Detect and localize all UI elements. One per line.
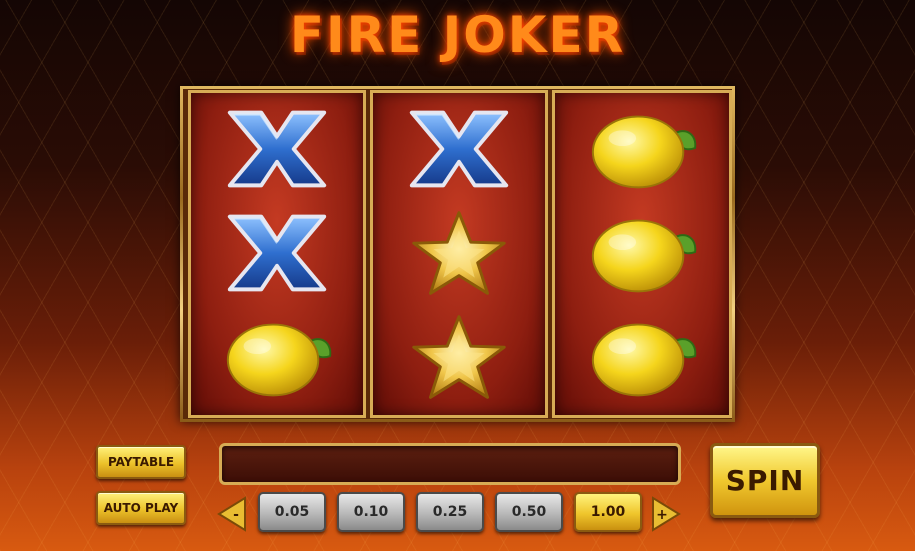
paytable-button[interactable]: PAYTABLE	[96, 445, 186, 479]
lemon-symbol-icon	[591, 323, 697, 397]
x-symbol-icon	[227, 110, 327, 188]
chevron-right-icon: +	[652, 496, 681, 532]
lemon-symbol-icon	[226, 323, 332, 397]
reel-2-cell-1	[373, 97, 545, 201]
reels-area	[183, 89, 732, 419]
chevron-left-icon: -	[217, 496, 246, 532]
lemon-symbol-icon	[591, 115, 697, 189]
star-symbol-icon	[412, 315, 506, 399]
autoplay-button[interactable]: AUTO PLAY	[96, 491, 186, 525]
game-title: FIRE JOKER	[289, 6, 626, 64]
bet-option-3[interactable]: 0.25	[416, 492, 484, 532]
lemon-symbol-icon	[591, 219, 697, 293]
x-symbol-icon	[409, 110, 509, 188]
reel-1-cell-3	[191, 305, 363, 409]
reel-1-cell-1	[191, 97, 363, 201]
bet-decrease-button[interactable]: -	[217, 496, 247, 532]
reel-3-cell-2	[555, 201, 729, 305]
bet-option-2[interactable]: 0.10	[337, 492, 405, 532]
reel-2-cell-2	[373, 201, 545, 305]
reel-2	[370, 90, 548, 418]
reel-3	[552, 90, 732, 418]
reel-3-cell-3	[555, 305, 729, 409]
reels-frame	[180, 86, 735, 422]
reel-3-cell-1	[555, 97, 729, 201]
spin-button[interactable]: SPIN	[710, 443, 820, 518]
reel-1	[188, 90, 366, 418]
plus-label: +	[656, 507, 668, 523]
minus-label: -	[233, 507, 239, 523]
bet-increase-button[interactable]: +	[651, 496, 681, 532]
bet-option-1[interactable]: 0.05	[258, 492, 326, 532]
star-symbol-icon	[412, 211, 506, 295]
reel-1-cell-2	[191, 201, 363, 305]
reel-2-cell-3	[373, 305, 545, 409]
bet-option-4[interactable]: 0.50	[495, 492, 563, 532]
bet-option-5[interactable]: 1.00	[574, 492, 642, 532]
x-symbol-icon	[227, 214, 327, 292]
message-bar	[219, 443, 681, 485]
